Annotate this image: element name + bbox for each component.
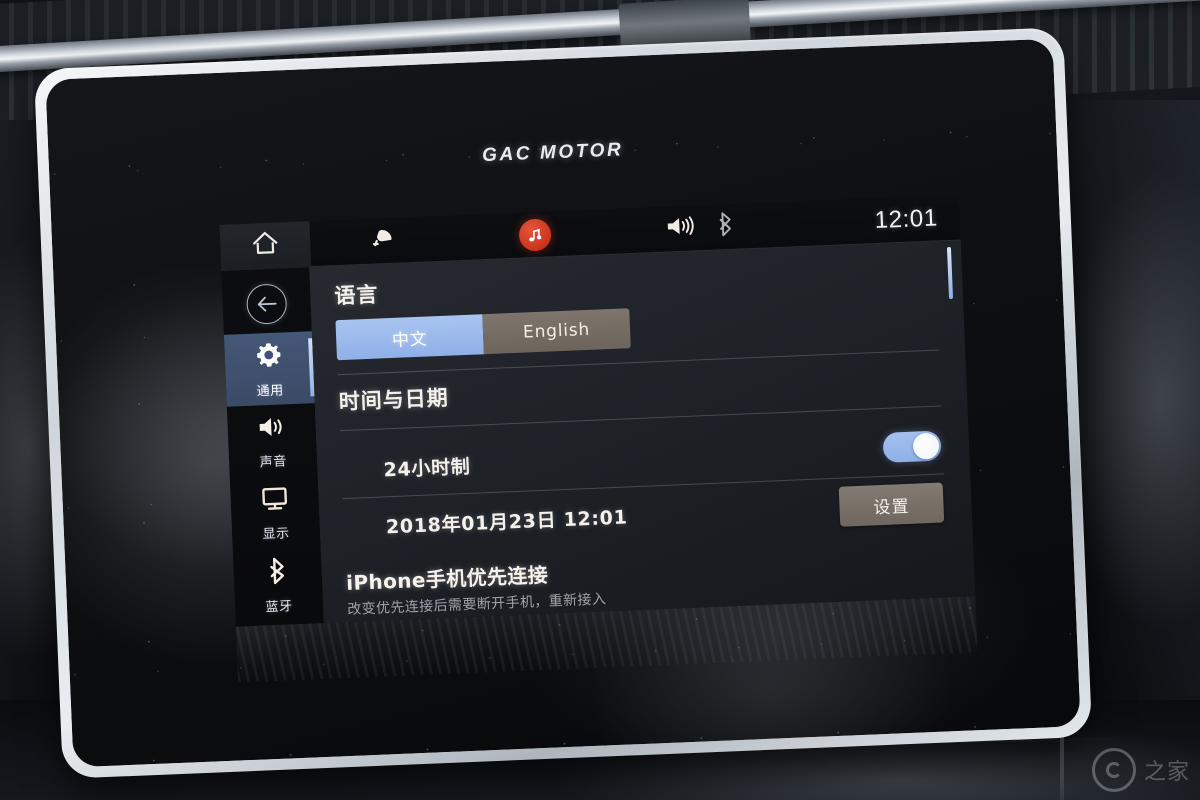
sidebar-item-general[interactable]: 通用 [223,331,315,407]
infotainment-head-unit: GAC MOTOR 12:01 通用 声音 显示 蓝牙 语言 中文 Englis… [33,27,1093,779]
car-seat-icon [370,225,401,257]
sidebar-item-sound[interactable]: 声音 [227,403,318,479]
music-note-icon [518,217,552,252]
settings-content: 语言 中文 English 时间与日期 24小时制 2018年01月23日 12… [309,240,976,623]
content-scrollbar[interactable] [946,246,954,300]
watermark-logo-icon [1091,748,1136,792]
toggle-knob [912,432,940,460]
clock: 12:01 [874,203,939,234]
bluetooth-icon [265,555,290,591]
monitor-display-icon [259,484,290,518]
24-hour-toggle[interactable] [882,430,942,463]
volume-status-button[interactable] [609,212,705,247]
seat-status-button[interactable] [310,222,461,259]
sidebar-item-label: 显示 [262,525,290,542]
back-button[interactable] [222,273,312,335]
home-button[interactable] [219,220,312,271]
datetime-settings-button[interactable]: 设置 [838,482,945,527]
app-body: 通用 声音 显示 蓝牙 语言 中文 English 时间与日期 24小时制 20… [221,240,976,627]
language-segmented-control: 中文 English [335,308,631,361]
bluetooth-status-button[interactable] [704,210,747,243]
bluetooth-icon [716,211,735,243]
gac-motor-logo: GAC MOTOR [481,139,624,167]
screen-bezel: GAC MOTOR 12:01 通用 声音 显示 蓝牙 语言 中文 Englis… [33,27,1093,779]
back-arrow-icon [245,283,288,325]
sidebar-item-label: 蓝牙 [265,598,293,615]
speaker-volume-icon [255,412,288,446]
home-icon [251,230,280,262]
sidebar-item-label: 通用 [256,382,285,400]
music-source-button[interactable] [459,215,610,253]
speaker-volume-icon [664,212,699,244]
sidebar-item-display[interactable]: 显示 [230,475,321,551]
settings-app: 12:01 通用 声音 显示 蓝牙 语言 中文 English 时间与日期 24… [219,194,976,627]
screen-glass: GAC MOTOR 12:01 通用 声音 显示 蓝牙 语言 中文 Englis… [45,38,1081,768]
watermark-text: 之家 [1143,760,1190,785]
row-label: 24小时制 [383,455,471,481]
datetime-value: 2018年01月23日 12:01 [385,505,628,538]
language-option-english[interactable]: English [482,308,631,355]
gear-icon [253,339,284,375]
watermark-logo-inner [1105,762,1122,778]
watermark: 之家 [1091,748,1190,792]
settings-sidebar: 通用 声音 显示 蓝牙 [221,267,324,627]
screenshot-stage: GAC MOTOR 12:01 通用 声音 显示 蓝牙 语言 中文 Englis… [0,0,1200,800]
language-option-chinese[interactable]: 中文 [335,314,484,361]
sidebar-item-label: 声音 [259,453,287,470]
sidebar-item-bluetooth[interactable]: 蓝牙 [233,547,324,623]
language-section-title: 语言 [333,282,379,309]
